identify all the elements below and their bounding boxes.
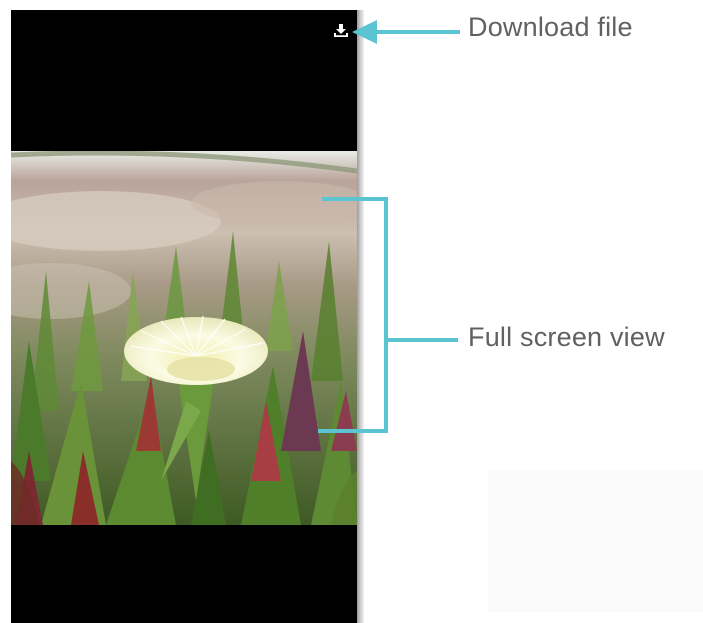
download-icon — [334, 24, 348, 37]
background-panel — [488, 470, 703, 612]
full-screen-view-label: Full screen view — [468, 322, 665, 352]
full-screen-photo[interactable] — [11, 151, 357, 525]
image-viewer-screen — [11, 10, 357, 623]
phone-frame-edge — [357, 10, 364, 623]
download-button[interactable] — [330, 20, 352, 42]
annotated-screenshot: Download file Full screen view — [0, 0, 703, 623]
download-file-label: Download file — [468, 12, 633, 42]
